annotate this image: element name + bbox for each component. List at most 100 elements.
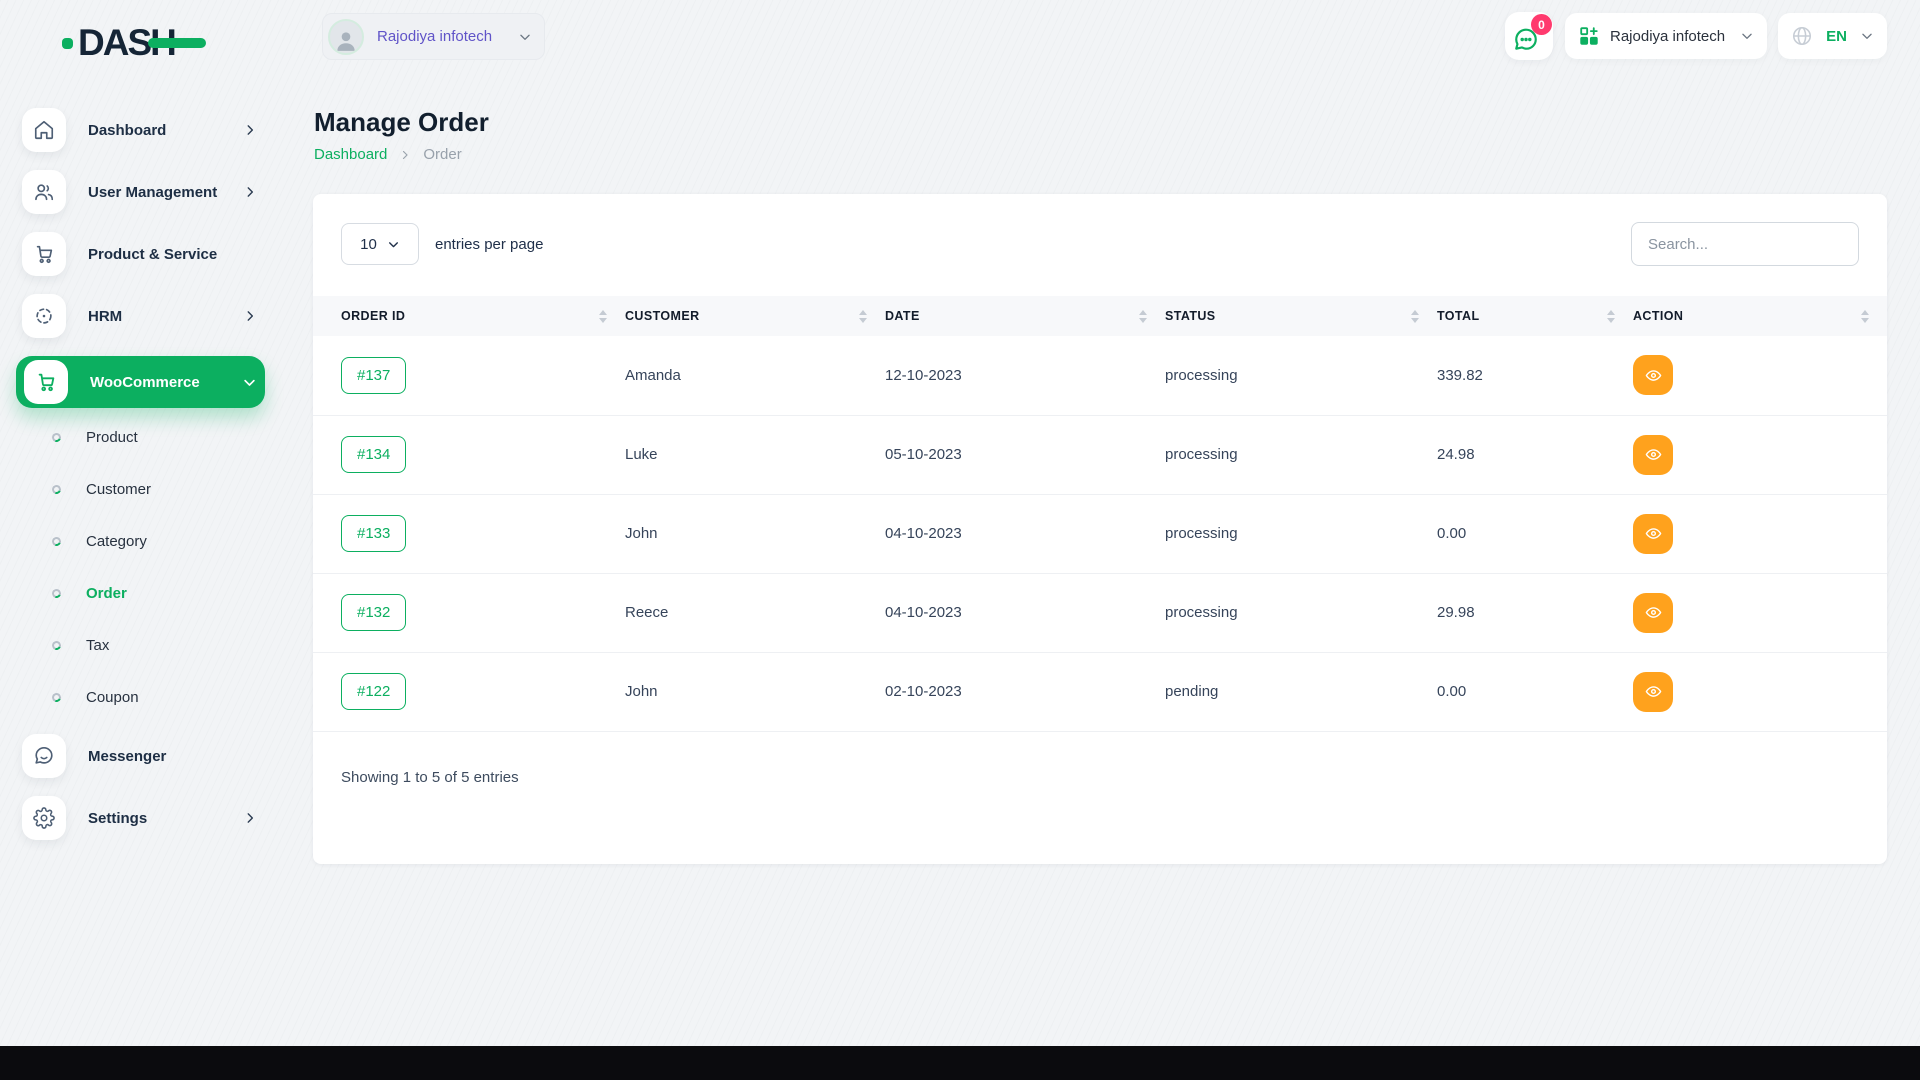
submenu-item-label: Tax (86, 637, 109, 654)
language-code: EN (1826, 28, 1847, 45)
date-cell: 12-10-2023 (885, 336, 1165, 415)
bullet-icon (51, 431, 63, 443)
breadcrumb: Dashboard Order (314, 146, 462, 163)
column-header-order-id[interactable]: ORDER ID (313, 296, 625, 336)
app-logo: DASH (62, 22, 206, 64)
column-label: STATUS (1165, 309, 1216, 323)
user-workspace-dropdown[interactable]: Rajodiya infotech (322, 13, 545, 60)
logo-dot (62, 38, 73, 49)
sidebar-item-hrm[interactable]: HRM (22, 294, 265, 338)
messages-button[interactable]: 0 (1505, 12, 1553, 60)
submenu-item-coupon[interactable]: Coupon (52, 682, 283, 712)
target-scan-icon (22, 294, 66, 338)
order-id-chip[interactable]: #133 (341, 515, 406, 552)
page-title: Manage Order (314, 107, 489, 138)
column-label: TOTAL (1437, 309, 1480, 323)
status-cell: processing (1165, 573, 1437, 652)
column-label: ACTION (1633, 309, 1683, 323)
column-header-status[interactable]: STATUS (1165, 296, 1437, 336)
date-cell: 04-10-2023 (885, 573, 1165, 652)
grid-plus-icon (1578, 25, 1600, 47)
sidebar-item-label: Product & Service (88, 246, 265, 263)
view-order-button[interactable] (1633, 435, 1673, 475)
total-cell: 0.00 (1437, 494, 1633, 573)
sidebar-item-dashboard[interactable]: Dashboard (22, 108, 265, 152)
sidebar-item-product-service[interactable]: Product & Service (22, 232, 265, 276)
order-id-chip[interactable]: #122 (341, 673, 406, 710)
user-workspace-name: Rajodiya infotech (377, 28, 518, 45)
sidebar-item-label: Messenger (88, 748, 265, 765)
submenu-item-label: Category (86, 533, 147, 550)
column-header-customer[interactable]: CUSTOMER (625, 296, 885, 336)
submenu-item-category[interactable]: Category (52, 526, 283, 556)
logo-dash-bar (148, 38, 206, 48)
language-dropdown[interactable]: EN (1778, 13, 1887, 59)
table-row: #137 Amanda 12-10-2023 processing 339.82 (313, 336, 1887, 415)
table-row: #122 John 02-10-2023 pending 0.00 (313, 652, 1887, 731)
chevron-down-icon (1860, 29, 1874, 43)
status-cell: pending (1165, 652, 1437, 731)
breadcrumb-dashboard-link[interactable]: Dashboard (314, 146, 387, 163)
sort-icon (1861, 310, 1869, 323)
column-header-total[interactable]: TOTAL (1437, 296, 1633, 336)
breadcrumb-current: Order (423, 146, 461, 163)
submenu-item-customer[interactable]: Customer (52, 474, 283, 504)
globe-icon (1791, 25, 1813, 47)
column-label: ORDER ID (341, 309, 405, 323)
order-id-chip[interactable]: #134 (341, 436, 406, 473)
view-order-button[interactable] (1633, 355, 1673, 395)
sidebar-item-messenger[interactable]: Messenger (22, 734, 265, 778)
date-cell: 02-10-2023 (885, 652, 1165, 731)
sidebar-item-woocommerce[interactable]: WooCommerce (16, 356, 265, 408)
action-cell (1633, 652, 1887, 731)
order-id-cell: #132 (313, 573, 625, 652)
search-input[interactable] (1631, 222, 1859, 266)
woocommerce-submenu: Product Customer Category Order Tax Coup… (0, 422, 283, 712)
submenu-item-order[interactable]: Order (52, 578, 283, 608)
shopping-cart-icon (24, 360, 68, 404)
total-cell: 339.82 (1437, 336, 1633, 415)
bullet-icon (51, 587, 63, 599)
sidebar-item-label: HRM (88, 308, 243, 325)
order-id-chip[interactable]: #137 (341, 357, 406, 394)
eye-icon (1645, 525, 1662, 542)
chevron-down-icon (518, 30, 532, 44)
sidebar-item-user-management[interactable]: User Management (22, 170, 265, 214)
submenu-item-product[interactable]: Product (52, 422, 283, 452)
sidebar: DASH Dashboard User Management (0, 0, 283, 1046)
column-header-date[interactable]: DATE (885, 296, 1165, 336)
customer-cell: Amanda (625, 336, 885, 415)
bullet-icon (51, 483, 63, 495)
view-order-button[interactable] (1633, 672, 1673, 712)
total-cell: 29.98 (1437, 573, 1633, 652)
date-cell: 04-10-2023 (885, 494, 1165, 573)
sidebar-item-label: WooCommerce (90, 374, 242, 391)
view-order-button[interactable] (1633, 593, 1673, 633)
sidebar-item-label: Settings (88, 810, 243, 827)
sort-icon (1607, 310, 1615, 323)
page-size-select[interactable]: 10 (341, 223, 419, 265)
chevron-down-icon (1740, 29, 1754, 43)
customer-cell: John (625, 494, 885, 573)
eye-icon (1645, 446, 1662, 463)
table-footer-summary: Showing 1 to 5 of 5 entries (313, 732, 1887, 786)
chevron-right-icon (399, 149, 411, 161)
column-header-action[interactable]: ACTION (1633, 296, 1887, 336)
chevron-right-icon (243, 309, 257, 323)
company-switcher-dropdown[interactable]: Rajodiya infotech (1565, 13, 1767, 59)
gear-icon (22, 796, 66, 840)
view-order-button[interactable] (1633, 514, 1673, 554)
customer-cell: Luke (625, 415, 885, 494)
order-id-chip[interactable]: #132 (341, 594, 406, 631)
date-cell: 05-10-2023 (885, 415, 1165, 494)
order-id-cell: #137 (313, 336, 625, 415)
status-cell: processing (1165, 494, 1437, 573)
status-cell: processing (1165, 336, 1437, 415)
submenu-item-tax[interactable]: Tax (52, 630, 283, 660)
home-icon (22, 108, 66, 152)
chevron-down-icon (242, 375, 257, 390)
sort-icon (859, 310, 867, 323)
sidebar-item-settings[interactable]: Settings (22, 796, 265, 840)
orders-table: ORDER ID CUSTOMER DATE STATUS TOTAL ACTI… (313, 296, 1887, 732)
total-cell: 24.98 (1437, 415, 1633, 494)
